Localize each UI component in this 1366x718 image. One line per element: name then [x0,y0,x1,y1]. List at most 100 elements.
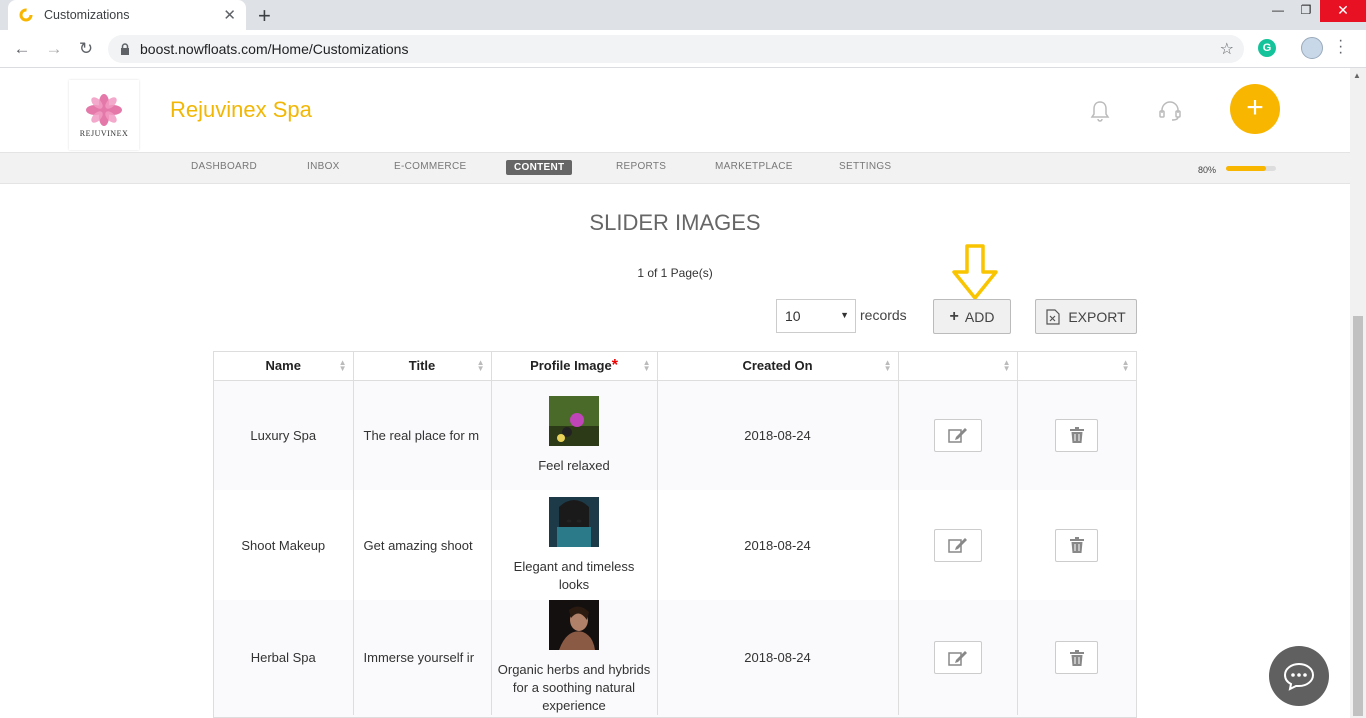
row-thumbnail-image[interactable] [549,395,599,446]
cell-created-on: 2018-08-24 [657,490,899,600]
browser-tabbar: Customizations ✕ + — ❐ ✕ [0,0,1366,30]
page-title: SLIDER IMAGES [589,210,761,235]
header-edit[interactable]: ▲ ▼ [898,352,1018,381]
cell-name: Luxury Spa [214,380,354,490]
quick-add-button[interactable]: + [1230,84,1280,134]
window-controls: — ❐ ✕ [1264,0,1366,22]
cell-caption: Organic herbs and hybrids for a soothing… [497,662,651,713]
forward-icon[interactable]: → [38,39,70,59]
tab-title: Customizations [44,8,130,22]
slider-images-table: Name ▲ ▼ Title ▲ ▼ Profile Image* ▲ ▼ Created … [213,351,1137,718]
sort-icon: ▲ ▼ [883,358,892,373]
cell-edit [898,600,1018,715]
lotus-logo-icon [86,93,122,126]
browser-tab[interactable]: Customizations ✕ [8,0,246,30]
edit-button[interactable] [933,418,982,452]
tab-close-icon[interactable]: ✕ [223,6,236,24]
profile-avatar[interactable] [1301,37,1323,59]
headset-support-icon[interactable] [1158,99,1182,128]
nav-dashboard[interactable]: DASHBOARD [191,161,257,172]
grammarly-extension-icon[interactable]: G [1258,39,1276,57]
delete-button[interactable] [1055,641,1098,674]
nav-content[interactable]: CONTENT [506,160,573,175]
cell-title: Get amazing shoot [353,490,492,600]
lock-icon [121,43,129,55]
cell-caption: Elegant and timeless looks [513,558,635,592]
cell-profile-image: Elegant and timeless looks [491,490,658,600]
records-select-value: 10 [785,308,801,324]
bell-icon[interactable] [1090,100,1110,127]
export-button[interactable]: EXPORT [1035,299,1137,334]
scroll-up-icon[interactable]: ▲ [1353,71,1361,80]
profile-progress-bar [1226,166,1276,171]
cell-delete [1017,490,1136,600]
records-label: records [860,307,907,323]
delete-button[interactable] [1055,528,1098,562]
edit-button[interactable] [933,641,982,674]
add-button[interactable]: + ADD [933,299,1011,334]
restore-icon[interactable]: ❐ [1292,0,1320,22]
nav-inbox[interactable]: INBOX [307,161,340,172]
export-button-label: EXPORT [1068,308,1126,325]
trash-icon [1069,427,1084,444]
sort-icon: ▲ ▼ [642,358,651,373]
table-row: Luxury Spa The real place for m Feel rel… [214,380,1136,490]
logo-text: REJUVINEX [79,128,129,138]
minimize-icon[interactable]: — [1264,0,1292,22]
cell-profile-image: Feel relaxed [491,380,658,490]
excel-file-icon [1046,308,1060,325]
add-button-label: ADD [964,308,995,325]
chevron-down-icon: ▼ [840,310,849,320]
browser-toolbar: ← → ↻ boost.nowfloats.com/Home/Customiza… [0,30,1366,68]
edit-icon [947,650,967,666]
cell-title: The real place for m [353,380,492,490]
cell-title: Immerse yourself ir [353,600,492,715]
profile-progress-label: 80% [1198,165,1217,175]
window-close-icon[interactable]: ✕ [1320,0,1366,22]
chat-bubble-icon [1283,662,1315,691]
main-nav: DASHBOARD INBOX E-COMMERCE CONTENT REPOR… [0,152,1350,184]
header-created-on[interactable]: Created On ▲ ▼ [657,352,899,381]
favicon-icon [18,7,34,23]
table-row: Shoot Makeup Get amazing shoot Elegant a… [214,490,1136,600]
address-bar[interactable]: boost.nowfloats.com/Home/Customizations … [108,35,1244,63]
browser-menu-icon[interactable]: · · · [1338,33,1343,61]
edit-icon [947,428,967,443]
chat-button[interactable] [1269,646,1329,706]
required-mark: * [611,356,618,374]
header-name[interactable]: Name ▲ ▼ [214,352,354,381]
delete-button[interactable] [1055,418,1098,452]
header-title[interactable]: Title ▲ ▼ [353,352,492,381]
cell-created-on: 2018-08-24 [657,600,899,715]
row-thumbnail-image[interactable] [549,496,599,547]
cell-profile-image: Organic herbs and hybrids for a soothing… [491,600,658,715]
header-delete[interactable]: ▲ ▼ [1017,352,1136,381]
sort-icon: ▲ ▼ [476,358,485,373]
scrollbar-thumb[interactable] [1353,316,1363,716]
table-row: Herbal Spa Immerse yourself ir Organic h… [214,600,1136,715]
url-text: boost.nowfloats.com/Home/Customizations [140,41,409,57]
cell-name: Shoot Makeup [214,490,354,600]
page-scrollbar[interactable]: ▲ [1350,68,1366,718]
bookmark-star-icon[interactable]: ☆ [1220,39,1234,59]
cell-name: Herbal Spa [214,600,354,715]
brand-name[interactable]: Rejuvinex Spa [170,97,312,123]
nav-reports[interactable]: REPORTS [616,161,666,172]
brand-logo[interactable]: REJUVINEX [69,80,139,150]
nav-settings[interactable]: SETTINGS [839,161,891,172]
header-profile-image[interactable]: Profile Image* ▲ ▼ [491,352,658,381]
edit-button[interactable] [933,528,982,562]
cell-created-on: 2018-08-24 [657,380,899,490]
nav-ecommerce[interactable]: E-COMMERCE [394,161,466,172]
cell-edit [898,380,1018,490]
table-header-row: Name ▲ ▼ Title ▲ ▼ Profile Image* ▲ ▼ Created … [214,352,1136,381]
cell-caption: Feel relaxed [538,457,610,473]
back-icon[interactable]: ← [6,39,38,59]
records-per-page-select[interactable]: 10 ▼ [776,299,856,333]
reload-icon[interactable]: ↻ [70,39,102,59]
row-thumbnail-image[interactable] [549,600,599,650]
new-tab-icon[interactable]: + [258,3,271,29]
app-viewport: REJUVINEX Rejuvinex Spa + DASHBOARD INBO… [0,68,1366,718]
nav-marketplace[interactable]: MARKETPLACE [715,161,793,172]
cell-edit [898,490,1018,600]
